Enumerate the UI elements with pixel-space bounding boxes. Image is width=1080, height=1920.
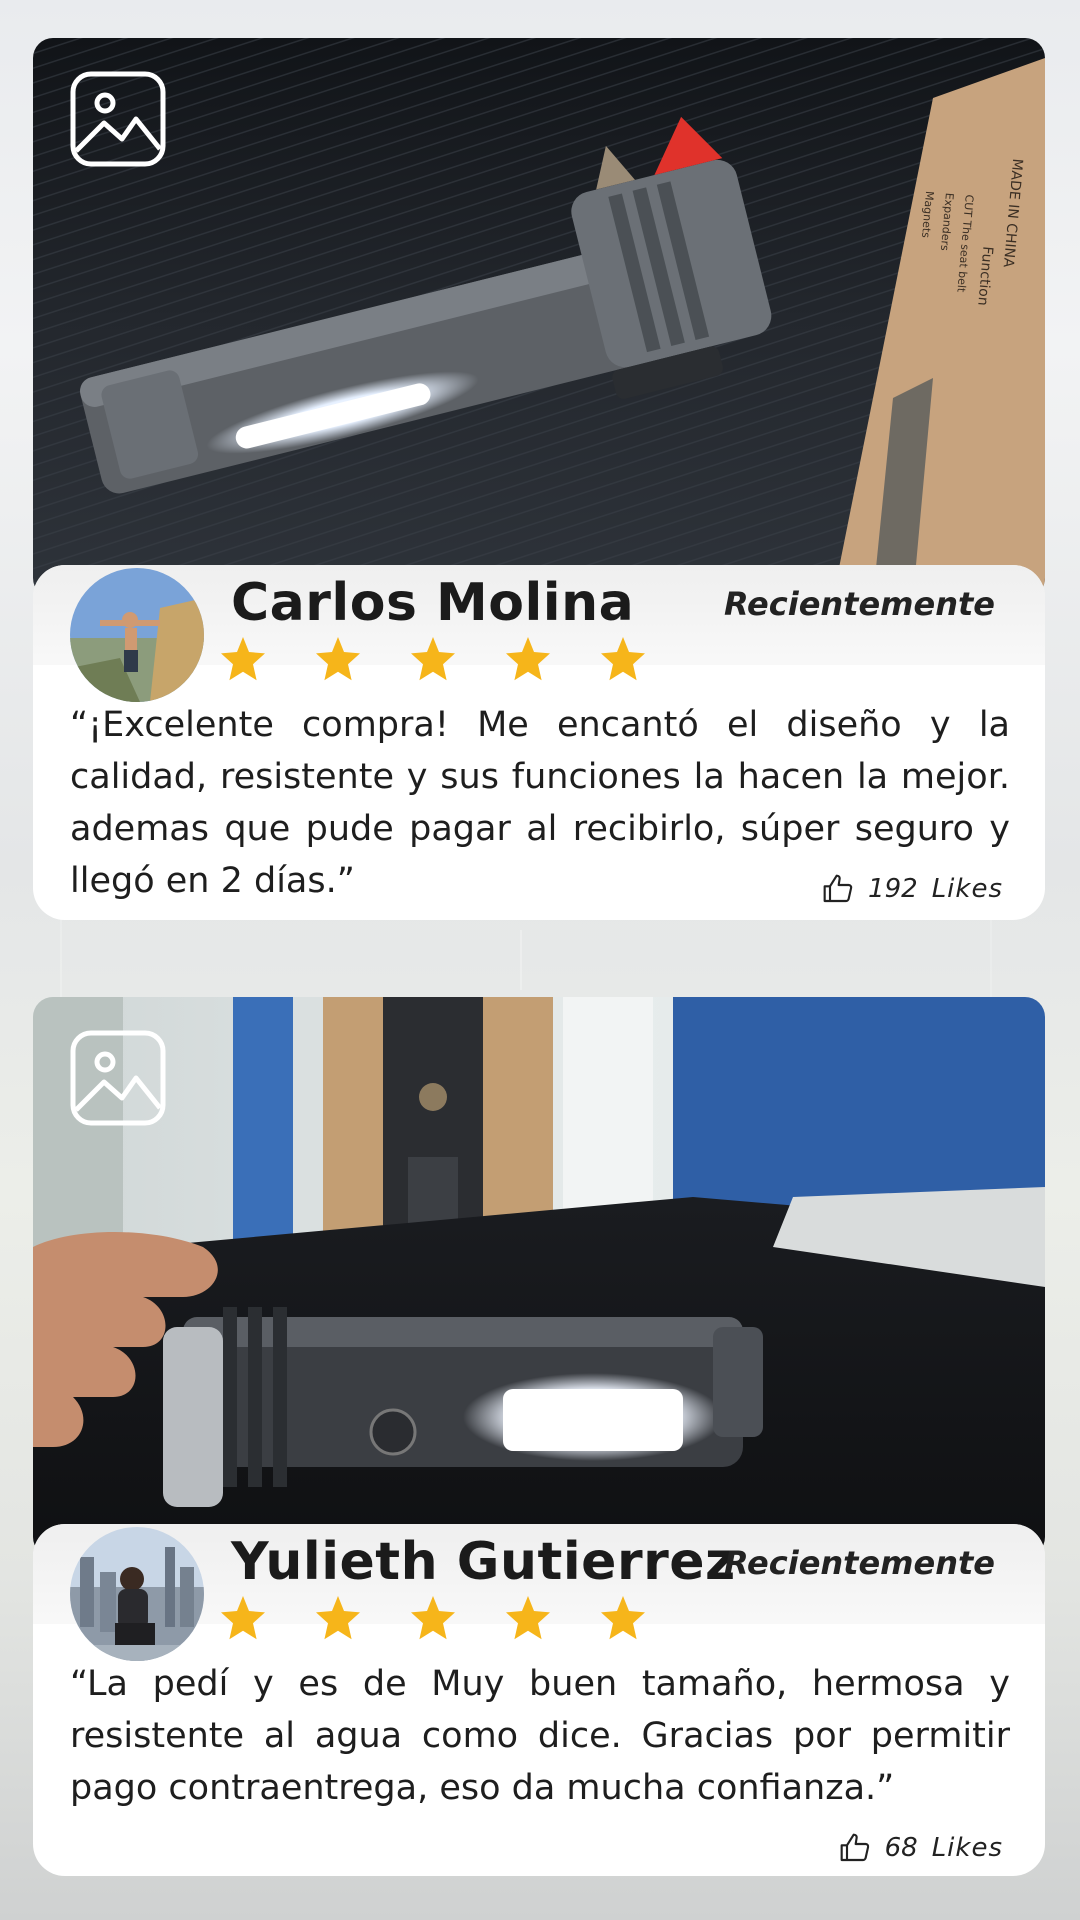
review-photo-2[interactable] [33,997,1045,1557]
star-icon [316,637,360,681]
review-info-1: Carlos Molina Recientemente “¡Excelente … [33,565,1045,920]
star-icon [506,637,550,681]
flashlight-photo: MADE IN CHINA Function CUT The seat belt… [33,38,1045,598]
likes-count: 192 [868,874,918,904]
star-icon [601,637,645,681]
star-icon [221,637,265,681]
star-icon [411,1596,455,1640]
review-photo-1[interactable]: MADE IN CHINA Function CUT The seat belt… [33,38,1045,598]
review-text: “La pedí y es de Muy buen tamaño, hermos… [70,1664,1010,1808]
likes-label: Likes [931,874,1003,904]
star-icon [316,1596,360,1640]
star-rating [219,1594,647,1650]
reviewer-name: Yulieth Gutierrez [231,1532,736,1592]
avatar [70,1527,204,1661]
image-icon [70,1030,166,1126]
flashlight-photo [33,997,1045,1557]
likes[interactable]: 192 Likes [822,873,1003,905]
review-date: Recientemente [724,1544,995,1582]
reviewer-name: Carlos Molina [231,573,635,633]
likes-count: 68 [884,1833,918,1863]
likes-label: Likes [931,1833,1003,1863]
thumbs-up-icon[interactable] [822,873,854,905]
star-icon [601,1596,645,1640]
star-rating [219,635,647,691]
star-icon [411,637,455,681]
thumbs-up-icon[interactable] [839,1832,871,1864]
review-date: Recientemente [724,585,995,623]
image-icon [70,71,166,167]
avatar [70,568,204,702]
likes[interactable]: 68 Likes [839,1832,1003,1864]
star-icon [506,1596,550,1640]
review-info-2: Yulieth Gutierrez Recientemente “La pedí… [33,1524,1045,1876]
star-icon [221,1596,265,1640]
